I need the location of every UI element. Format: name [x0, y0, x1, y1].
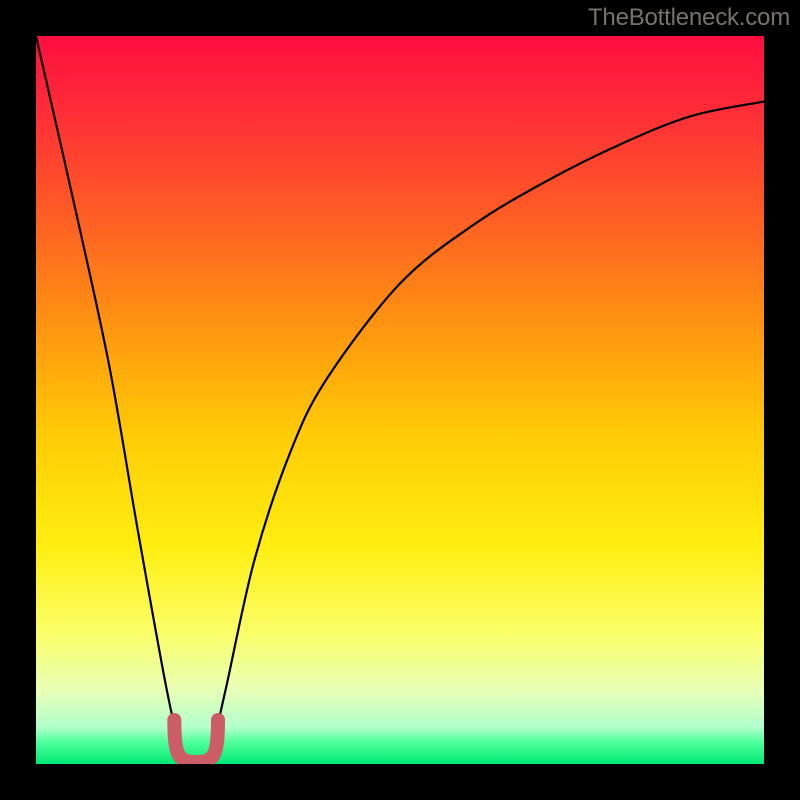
heat-gradient	[36, 36, 764, 764]
watermark-label: TheBottleneck.com	[588, 4, 790, 32]
chart-area	[36, 36, 764, 764]
